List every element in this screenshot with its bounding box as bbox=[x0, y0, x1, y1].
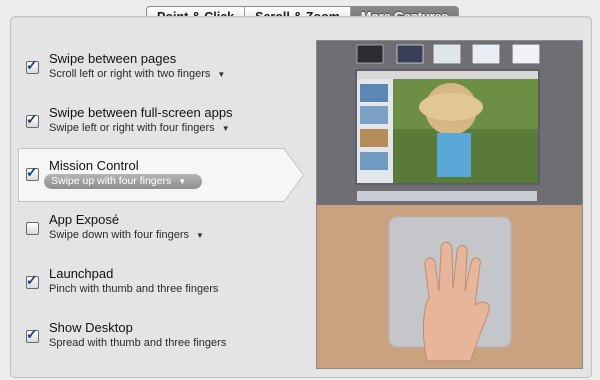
app-expose-checkbox[interactable] bbox=[26, 222, 39, 235]
option-subtitle: Spread with thumb and three fingers bbox=[49, 337, 227, 349]
option-launchpad: ✓ Launchpad Pinch with thumb and three f… bbox=[26, 266, 296, 306]
option-subtitle-text: Swipe left or right with four fingers bbox=[49, 122, 215, 134]
option-title: Mission Control bbox=[49, 158, 139, 173]
dropdown-arrow-icon[interactable]: ▼ bbox=[196, 231, 204, 240]
option-subtitle[interactable]: Swipe left or right with four fingers ▼ bbox=[49, 122, 230, 134]
option-title: Show Desktop bbox=[49, 320, 133, 335]
preview-illustration bbox=[317, 41, 582, 368]
option-show-desktop: ✓ Show Desktop Spread with thumb and thr… bbox=[26, 320, 296, 360]
option-title: App Exposé bbox=[49, 212, 120, 227]
option-subtitle-text: Swipe up with four fingers bbox=[51, 175, 172, 187]
option-app-expose: App Exposé Swipe down with four fingers ▼ bbox=[26, 212, 296, 252]
show-desktop-checkbox[interactable]: ✓ bbox=[26, 326, 39, 343]
dropdown-arrow-icon[interactable]: ▼ bbox=[222, 124, 230, 133]
option-title: Swipe between pages bbox=[49, 51, 177, 66]
checkmark-icon: ✓ bbox=[26, 326, 38, 342]
option-title: Swipe between full-screen apps bbox=[49, 105, 233, 120]
mission-control-checkbox[interactable]: ✓ bbox=[26, 164, 39, 181]
checkmark-icon: ✓ bbox=[26, 111, 38, 127]
dropdown-arrow-icon[interactable]: ▼ bbox=[217, 70, 225, 79]
swipe-between-pages-checkbox[interactable]: ✓ bbox=[26, 57, 39, 74]
option-subtitle-text: Swipe down with four fingers bbox=[49, 229, 190, 241]
option-subtitle[interactable]: Scroll left or right with two fingers ▼ bbox=[49, 68, 225, 80]
option-title: Launchpad bbox=[49, 266, 114, 281]
option-swipe-between-full-screen-apps: ✓ Swipe between full-screen apps Swipe l… bbox=[26, 105, 296, 145]
launchpad-checkbox[interactable]: ✓ bbox=[26, 272, 39, 289]
checkmark-icon: ✓ bbox=[26, 57, 38, 73]
dropdown-arrow-icon[interactable]: ▼ bbox=[178, 177, 186, 186]
option-subtitle-text: Scroll left or right with two fingers bbox=[49, 68, 211, 80]
checkmark-icon: ✓ bbox=[26, 164, 38, 180]
option-swipe-between-pages: ✓ Swipe between pages Scroll left or rig… bbox=[26, 51, 296, 91]
mission-control-subtitle-popup[interactable]: Swipe up with four fingers ▼ bbox=[44, 174, 202, 189]
option-subtitle: Pinch with thumb and three fingers bbox=[49, 283, 219, 295]
checkmark-icon: ✓ bbox=[26, 272, 38, 288]
option-subtitle[interactable]: Swipe down with four fingers ▼ bbox=[49, 229, 204, 241]
gesture-preview-video bbox=[316, 40, 583, 369]
swipe-between-full-screen-apps-checkbox[interactable]: ✓ bbox=[26, 111, 39, 128]
